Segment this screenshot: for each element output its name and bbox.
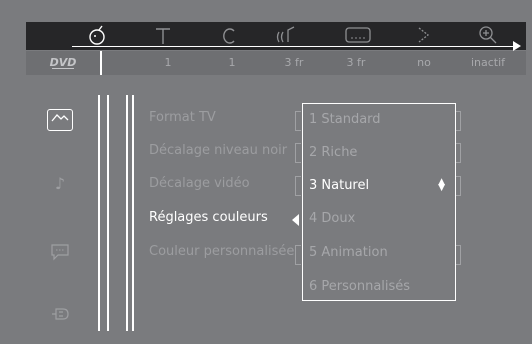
face-icon[interactable] <box>82 24 112 48</box>
menu-item-video-shift[interactable]: Décalage vidéo <box>149 176 250 191</box>
option-doux[interactable]: 4 Doux <box>309 211 355 226</box>
menu-arrow-line <box>72 46 518 47</box>
dvd-logo: DVD <box>49 56 77 69</box>
value-zoom: inactif <box>470 56 506 69</box>
selection-pointer-icon <box>292 214 299 226</box>
menu-item-custom-color[interactable]: Couleur personnalisée <box>149 244 294 259</box>
left-column-divider <box>98 95 100 331</box>
value-title: 1 <box>164 56 172 69</box>
value-subtitle: 3 fr <box>346 56 366 69</box>
left-icon-column: ♪ <box>37 95 93 331</box>
speech-bubble-icon[interactable] <box>47 243 73 265</box>
music-note-icon[interactable]: ♪ <box>47 173 73 195</box>
plug-icon[interactable] <box>47 305 73 327</box>
menu-item-color-settings[interactable]: Réglages couleurs <box>149 210 268 225</box>
up-down-arrows-icon: ▲ ▼ <box>438 177 445 193</box>
option-personnalises[interactable]: 6 Personnalisés <box>309 279 410 294</box>
chapter-icon[interactable] <box>214 24 244 48</box>
option-animation[interactable]: 5 Animation <box>309 245 388 260</box>
value-bar-divider <box>100 51 102 75</box>
picture-settings-icon[interactable] <box>47 109 73 131</box>
bracket-left <box>295 245 301 265</box>
option-riche[interactable]: 2 Riche <box>309 145 357 160</box>
zoom-icon[interactable] <box>473 24 503 48</box>
menu-left-border <box>126 95 128 331</box>
bracket-left <box>295 111 301 131</box>
left-column-divider-2 <box>107 95 109 331</box>
color-options-list: 1 Standard 2 Riche 3 Naturel ▲ ▼ 4 Doux 5… <box>302 103 456 301</box>
subtitle-icon[interactable] <box>343 24 373 48</box>
menu-left-border-2 <box>132 95 134 331</box>
option-naturel[interactable]: 3 Naturel <box>309 178 369 193</box>
menu-item-format-tv[interactable]: Format TV <box>149 110 216 125</box>
value-chapter: 1 <box>228 56 236 69</box>
option-standard[interactable]: 1 Standard <box>309 112 381 127</box>
menu-item-black-level[interactable]: Décalage niveau noir <box>149 143 287 158</box>
title-icon[interactable] <box>148 24 178 48</box>
audio-icon[interactable] <box>272 24 302 48</box>
status-value-bar: DVD 1 1 3 fr 3 fr no inactif <box>26 51 526 75</box>
menu-arrow-head <box>513 41 521 51</box>
bracket-left <box>295 176 301 196</box>
value-angle: no <box>417 56 431 69</box>
value-audio: 3 fr <box>284 56 304 69</box>
angle-icon[interactable] <box>409 24 439 48</box>
bracket-left <box>295 143 301 163</box>
